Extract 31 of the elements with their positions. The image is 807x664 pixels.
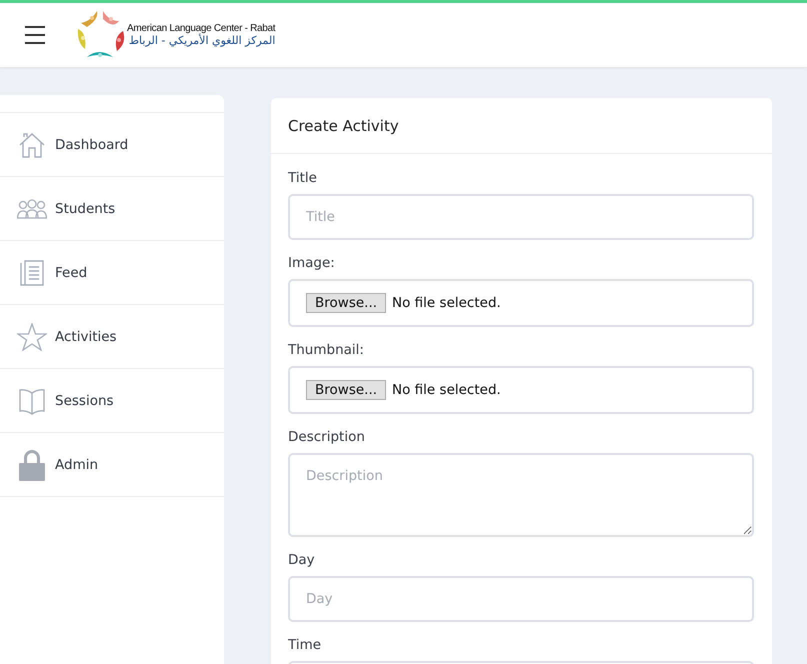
lock-icon xyxy=(18,448,46,480)
people-icon xyxy=(17,198,47,220)
book-icon xyxy=(18,386,46,414)
field-label: Time xyxy=(288,637,322,653)
menu-icon[interactable] xyxy=(25,26,45,44)
field-label: Day xyxy=(288,552,316,568)
browse-button[interactable]: Browse... xyxy=(306,293,386,313)
sidebar-item[interactable]: Admin xyxy=(0,432,224,497)
sidebar-item[interactable]: Feed xyxy=(0,240,224,304)
text-field[interactable]: Title xyxy=(288,194,754,240)
house-icon xyxy=(18,130,46,158)
sidebar-item[interactable]: Dashboard xyxy=(0,112,224,176)
sidebar-item[interactable]: Activities xyxy=(0,304,224,368)
file-input[interactable]: Browse... No file selected. xyxy=(288,279,754,327)
field-label: Description xyxy=(288,429,366,445)
sidebar-item[interactable]: Students xyxy=(0,176,224,240)
field-label: Title xyxy=(288,170,318,186)
field-label: Image: xyxy=(288,255,336,271)
field-label: Thumbnail: xyxy=(288,342,365,358)
text-area[interactable]: Description xyxy=(288,453,754,537)
text-field[interactable]: Day xyxy=(288,576,754,622)
browse-button[interactable]: Browse... xyxy=(306,380,386,400)
file-status: No file selected. xyxy=(392,295,501,311)
star-icon xyxy=(17,322,47,350)
brand-name: American Language Center - Rabat xyxy=(127,22,276,34)
sidebar-item[interactable]: Sessions xyxy=(0,368,224,432)
brand-name-arabic: المركز اللغوي الأمريكي - الرباط xyxy=(128,34,276,48)
file-input[interactable]: Browse... No file selected. xyxy=(288,366,754,414)
card-title: Create Activity xyxy=(288,116,399,134)
document-icon xyxy=(18,258,46,286)
file-status: No file selected. xyxy=(392,382,501,398)
